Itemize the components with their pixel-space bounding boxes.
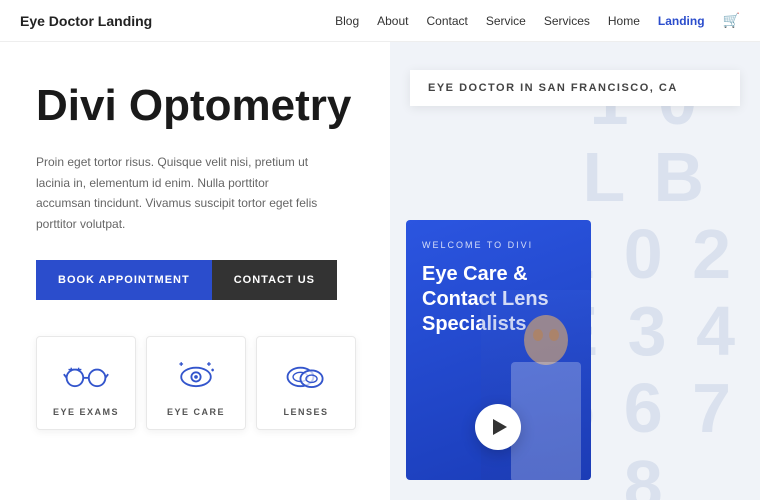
lenses-icon <box>280 355 332 397</box>
eye-doctor-bar: EYE DOCTOR IN SAN FRANCISCO, CA <box>410 70 740 106</box>
lenses-label: LENSES <box>283 407 328 417</box>
site-logo: Eye Doctor Landing <box>20 13 152 29</box>
cart-icon[interactable]: 🛒 <box>723 12 740 29</box>
nav-links: Blog About Contact Service Services Home… <box>335 12 740 29</box>
hero-right: 1 0 L B 1 0 2 E 3 4 5 6 7 8 EYE DOCTOR I… <box>390 42 760 500</box>
service-card-eye-exams: EYE EXAMS <box>36 336 136 430</box>
eye-care-icon <box>170 355 222 397</box>
nav-item-landing[interactable]: Landing <box>658 14 705 28</box>
navbar: Eye Doctor Landing Blog About Contact Se… <box>0 0 760 42</box>
service-cards: EYE EXAMS <box>36 336 360 430</box>
nav-item-blog[interactable]: Blog <box>335 14 359 28</box>
service-card-eye-care: EYE CARE <box>146 336 246 430</box>
contact-us-button[interactable]: CONTACT US <box>212 260 337 300</box>
eye-care-label: EYE CARE <box>167 407 225 417</box>
hero-left: Divi Optometry Proin eget tortor risus. … <box>0 42 390 500</box>
hero-description: Proin eget tortor risus. Quisque velit n… <box>36 152 326 234</box>
nav-item-about[interactable]: About <box>377 14 408 28</box>
nav-item-services[interactable]: Services <box>544 14 590 28</box>
hero-title: Divi Optometry <box>36 82 360 130</box>
nav-item-contact[interactable]: Contact <box>426 14 467 28</box>
play-button[interactable] <box>475 404 521 450</box>
blue-card-welcome: WELCOME TO DIVI <box>422 240 575 250</box>
nav-item-service[interactable]: Service <box>486 14 526 28</box>
book-appointment-button[interactable]: BOOK APPOINTMENT <box>36 260 212 300</box>
service-card-lenses: LENSES <box>256 336 356 430</box>
hero-section: Divi Optometry Proin eget tortor risus. … <box>0 42 760 500</box>
eye-exams-icon <box>60 355 112 397</box>
nav-item-home[interactable]: Home <box>608 14 640 28</box>
eye-exams-label: EYE EXAMS <box>53 407 119 417</box>
doctor-photo <box>481 290 591 480</box>
hero-buttons: BOOK APPOINTMENT CONTACT US <box>36 260 360 300</box>
